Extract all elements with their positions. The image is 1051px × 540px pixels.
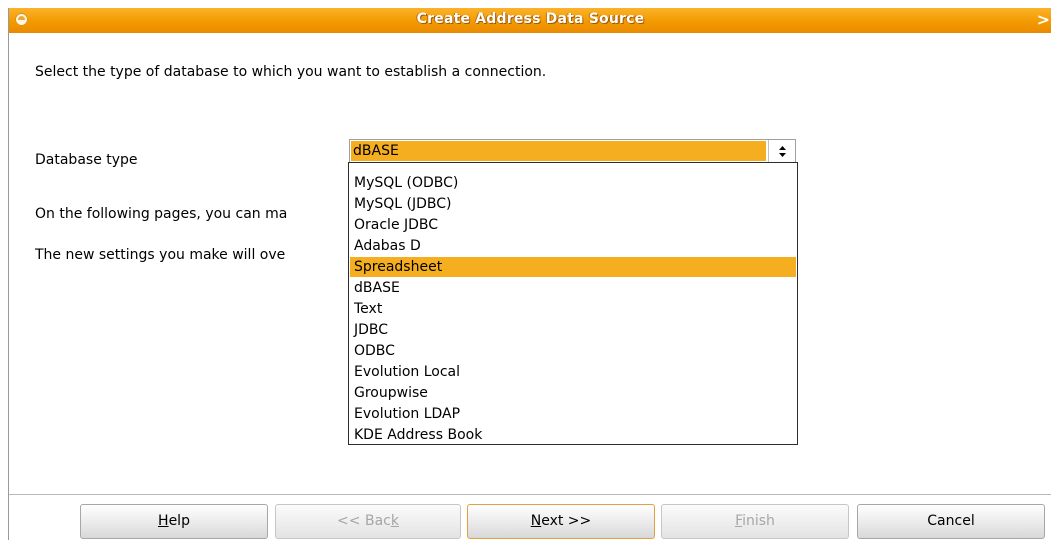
close-icon[interactable]: > <box>1037 10 1050 30</box>
list-item-adabas-d[interactable]: Adabas D <box>350 236 796 256</box>
database-type-select[interactable]: dBASE <box>349 139 796 163</box>
next-mnemonic: N <box>530 513 542 529</box>
database-type-dropdown-list[interactable]: MySQL (ODBC) MySQL (JDBC) Oracle JDBC Ad… <box>348 162 798 445</box>
pages-info-text: On the following pages, you can ma <box>35 206 288 222</box>
intro-text: Select the type of database to which you… <box>35 64 547 80</box>
back-button[interactable]: << Back <box>275 504 461 539</box>
list-item-groupwise[interactable]: Groupwise <box>350 383 796 403</box>
list-item-odbc[interactable]: ODBC <box>350 341 796 361</box>
create-address-data-source-dialog: Create Address Data Source > Select the … <box>8 8 1051 540</box>
database-type-label: Database type <box>35 152 138 168</box>
list-item-evolution-ldap[interactable]: Evolution LDAP <box>350 404 796 424</box>
window-title: Create Address Data Source <box>416 11 645 27</box>
list-item-spreadsheet[interactable]: Spreadsheet <box>350 257 796 277</box>
list-item-kde-address-book[interactable]: KDE Address Book <box>350 425 796 445</box>
list-item-mysql-odbc[interactable]: MySQL (ODBC) <box>350 173 796 193</box>
help-mnemonic: H <box>158 513 169 529</box>
list-item-jdbc[interactable]: JDBC <box>350 320 796 340</box>
back-mnemonic: k <box>390 513 399 529</box>
next-button[interactable]: Next >> <box>467 504 655 539</box>
list-item-mysql-jdbc[interactable]: MySQL (JDBC) <box>350 194 796 214</box>
list-item-oracle-jdbc[interactable]: Oracle JDBC <box>350 215 796 235</box>
button-area-divider <box>9 494 1051 495</box>
up-down-arrow-icon[interactable] <box>768 140 795 162</box>
database-type-selected-value: dBASE <box>351 141 766 161</box>
cancel-button[interactable]: Cancel <box>857 504 1045 539</box>
help-button[interactable]: Help <box>80 504 268 539</box>
list-item-evolution-local[interactable]: Evolution Local <box>350 362 796 382</box>
title-bar[interactable]: Create Address Data Source > <box>9 8 1051 33</box>
finish-button[interactable]: Finish <box>661 504 849 539</box>
list-item-dbase[interactable]: dBASE <box>350 278 796 298</box>
list-item-text[interactable]: Text <box>350 299 796 319</box>
settings-info-text: The new settings you make will ove <box>35 247 286 263</box>
